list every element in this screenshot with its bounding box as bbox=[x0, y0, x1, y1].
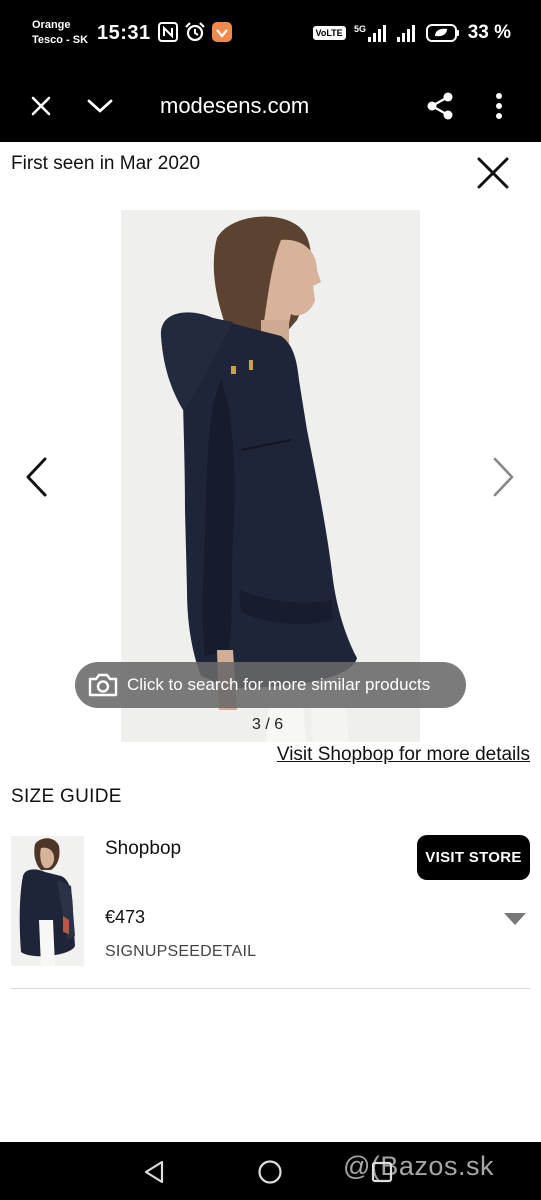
listing-thumbnail[interactable] bbox=[11, 836, 84, 966]
share-button[interactable] bbox=[418, 84, 462, 128]
store-name: Shopbop bbox=[105, 838, 182, 859]
chevron-left-icon bbox=[26, 457, 47, 497]
chevron-right-icon bbox=[493, 457, 514, 497]
battery-icon bbox=[425, 23, 460, 43]
carrier-label: Orange Tesco - SK bbox=[32, 18, 88, 48]
visit-retailer-link[interactable]: Visit Shopbop for more details bbox=[277, 744, 530, 766]
home-circle-icon bbox=[258, 1160, 282, 1184]
promo-code: SIGNUPSEEDETAIL bbox=[105, 943, 257, 960]
minimize-button[interactable] bbox=[78, 84, 122, 128]
battery-level: 33 % bbox=[467, 22, 511, 43]
status-bar: Orange Tesco - SK 15:31 VoLTE 5G 33 % bbox=[0, 0, 541, 70]
watermark: @(Bazos.sk bbox=[343, 1151, 494, 1181]
expand-offer-button[interactable] bbox=[503, 912, 527, 926]
back-button[interactable] bbox=[138, 1156, 170, 1188]
signal-icon bbox=[396, 23, 418, 43]
size-guide-link[interactable]: SIZE GUIDE bbox=[11, 786, 122, 808]
caret-down-icon bbox=[504, 913, 526, 925]
status-time: 15:31 bbox=[97, 22, 151, 44]
chevron-down-icon bbox=[87, 99, 113, 113]
app-notification-icon bbox=[212, 22, 232, 42]
previous-image-button[interactable] bbox=[16, 450, 56, 504]
close-icon bbox=[31, 96, 51, 116]
divider bbox=[11, 988, 530, 989]
listing-price: €473 bbox=[105, 907, 146, 927]
more-vert-icon bbox=[496, 93, 502, 119]
thumbnail-photo bbox=[11, 836, 84, 966]
visit-store-button[interactable]: VISIT STORE bbox=[417, 835, 530, 880]
signal-5g-icon: 5G bbox=[354, 23, 388, 43]
home-button[interactable] bbox=[254, 1156, 286, 1188]
share-icon bbox=[427, 92, 453, 120]
close-panel-button[interactable] bbox=[470, 150, 516, 196]
image-counter: 3 / 6 bbox=[252, 716, 284, 733]
alarm-icon bbox=[184, 22, 206, 42]
nfc-icon bbox=[158, 22, 178, 42]
system-nav-bar: @(Bazos.sk bbox=[0, 1142, 541, 1200]
store-listing: Shopbop VISIT STORE €473 SIGNUPSEEDETAIL bbox=[0, 834, 541, 989]
close-tab-button[interactable] bbox=[19, 84, 63, 128]
carrier-line-1: Orange bbox=[32, 19, 71, 31]
first-seen-label: First seen in Mar 2020 bbox=[11, 153, 201, 174]
back-triangle-icon bbox=[144, 1160, 164, 1184]
carrier-line-2: Tesco - SK bbox=[32, 34, 89, 46]
volte-badge: VoLTE bbox=[312, 26, 346, 40]
system-status-icons: VoLTE 5G 33 % bbox=[312, 22, 511, 44]
notification-icons bbox=[158, 22, 232, 42]
url-text[interactable]: modesens.com bbox=[160, 86, 309, 126]
next-image-button[interactable] bbox=[484, 450, 524, 504]
overflow-menu-button[interactable] bbox=[477, 84, 521, 128]
visual-search-label: Click to search for more similar product… bbox=[127, 675, 431, 694]
camera-icon bbox=[88, 673, 118, 697]
browser-toolbar: modesens.com bbox=[0, 70, 541, 142]
visual-search-button[interactable]: Click to search for more similar product… bbox=[75, 662, 466, 708]
close-icon bbox=[477, 157, 509, 189]
svg-text:5G: 5G bbox=[354, 24, 366, 34]
